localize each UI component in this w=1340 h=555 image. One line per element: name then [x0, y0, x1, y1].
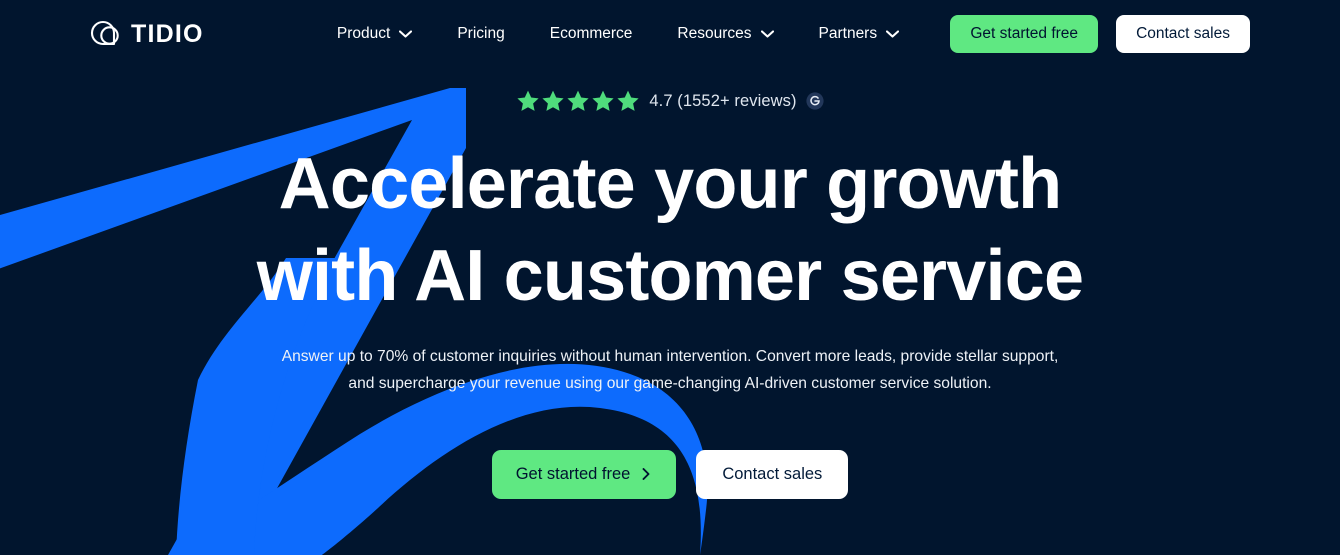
- chevron-down-icon: [760, 30, 774, 38]
- nav-item-label: Partners: [818, 25, 878, 42]
- star-icon: [567, 90, 589, 111]
- headline-line-2: with AI customer service: [256, 236, 1084, 317]
- hero-subcopy: Answer up to 70% of customer inquiries w…: [281, 348, 1059, 393]
- tidio-logo-icon: [90, 20, 119, 46]
- nav-item-resources[interactable]: Resources: [677, 17, 774, 51]
- brand-logo[interactable]: TIDIO: [88, 17, 204, 51]
- hero-primary-cta-label: Get started free: [515, 464, 631, 483]
- chevron-right-icon: [642, 468, 650, 481]
- nav-item-label: Pricing: [457, 25, 505, 42]
- nav-item-ecommerce[interactable]: Ecommerce: [550, 17, 633, 51]
- header-contact-sales-button[interactable]: Contact sales: [1116, 15, 1250, 53]
- page-title: Accelerate your growth with AI customer …: [0, 138, 1340, 322]
- hero-get-started-free-button[interactable]: Get started free: [491, 449, 677, 499]
- rating-badge: 4.7 (1552+ reviews): [0, 86, 1340, 116]
- nav-item-partners[interactable]: Partners: [819, 17, 900, 51]
- main-navigation: Product Pricing Ecommerce Resources Part…: [336, 17, 900, 51]
- site-header: TIDIO Product Pricing Ecommerce Resource…: [0, 0, 1340, 68]
- nav-item-pricing[interactable]: Pricing: [457, 17, 504, 51]
- star-icon: [617, 90, 639, 111]
- rating-text: 4.7 (1552+ reviews): [649, 91, 797, 110]
- nav-item-label: Ecommerce: [549, 25, 633, 42]
- google-badge-icon: [806, 92, 824, 110]
- nav-item-product[interactable]: Product: [336, 17, 413, 51]
- nav-item-label: Resources: [677, 25, 752, 42]
- hero-cta-row: Get started free Contact sales: [0, 449, 1340, 499]
- headline-line-1: Accelerate your growth: [278, 144, 1062, 224]
- hero-section: 4.7 (1552+ reviews) Accelerate your grow…: [0, 68, 1340, 499]
- hero-contact-sales-button[interactable]: Contact sales: [696, 449, 849, 499]
- star-rating: [516, 89, 640, 113]
- chevron-down-icon: [886, 30, 900, 38]
- star-icon: [542, 90, 564, 111]
- brand-name: TIDIO: [131, 19, 204, 48]
- star-icon: [592, 90, 614, 111]
- nav-item-label: Product: [336, 25, 391, 42]
- header-get-started-free-button[interactable]: Get started free: [950, 15, 1099, 53]
- header-actions: Get started free Contact sales: [950, 15, 1250, 53]
- page-root: TIDIO Product Pricing Ecommerce Resource…: [0, 0, 1340, 555]
- chevron-down-icon: [399, 30, 413, 38]
- star-icon: [517, 90, 539, 111]
